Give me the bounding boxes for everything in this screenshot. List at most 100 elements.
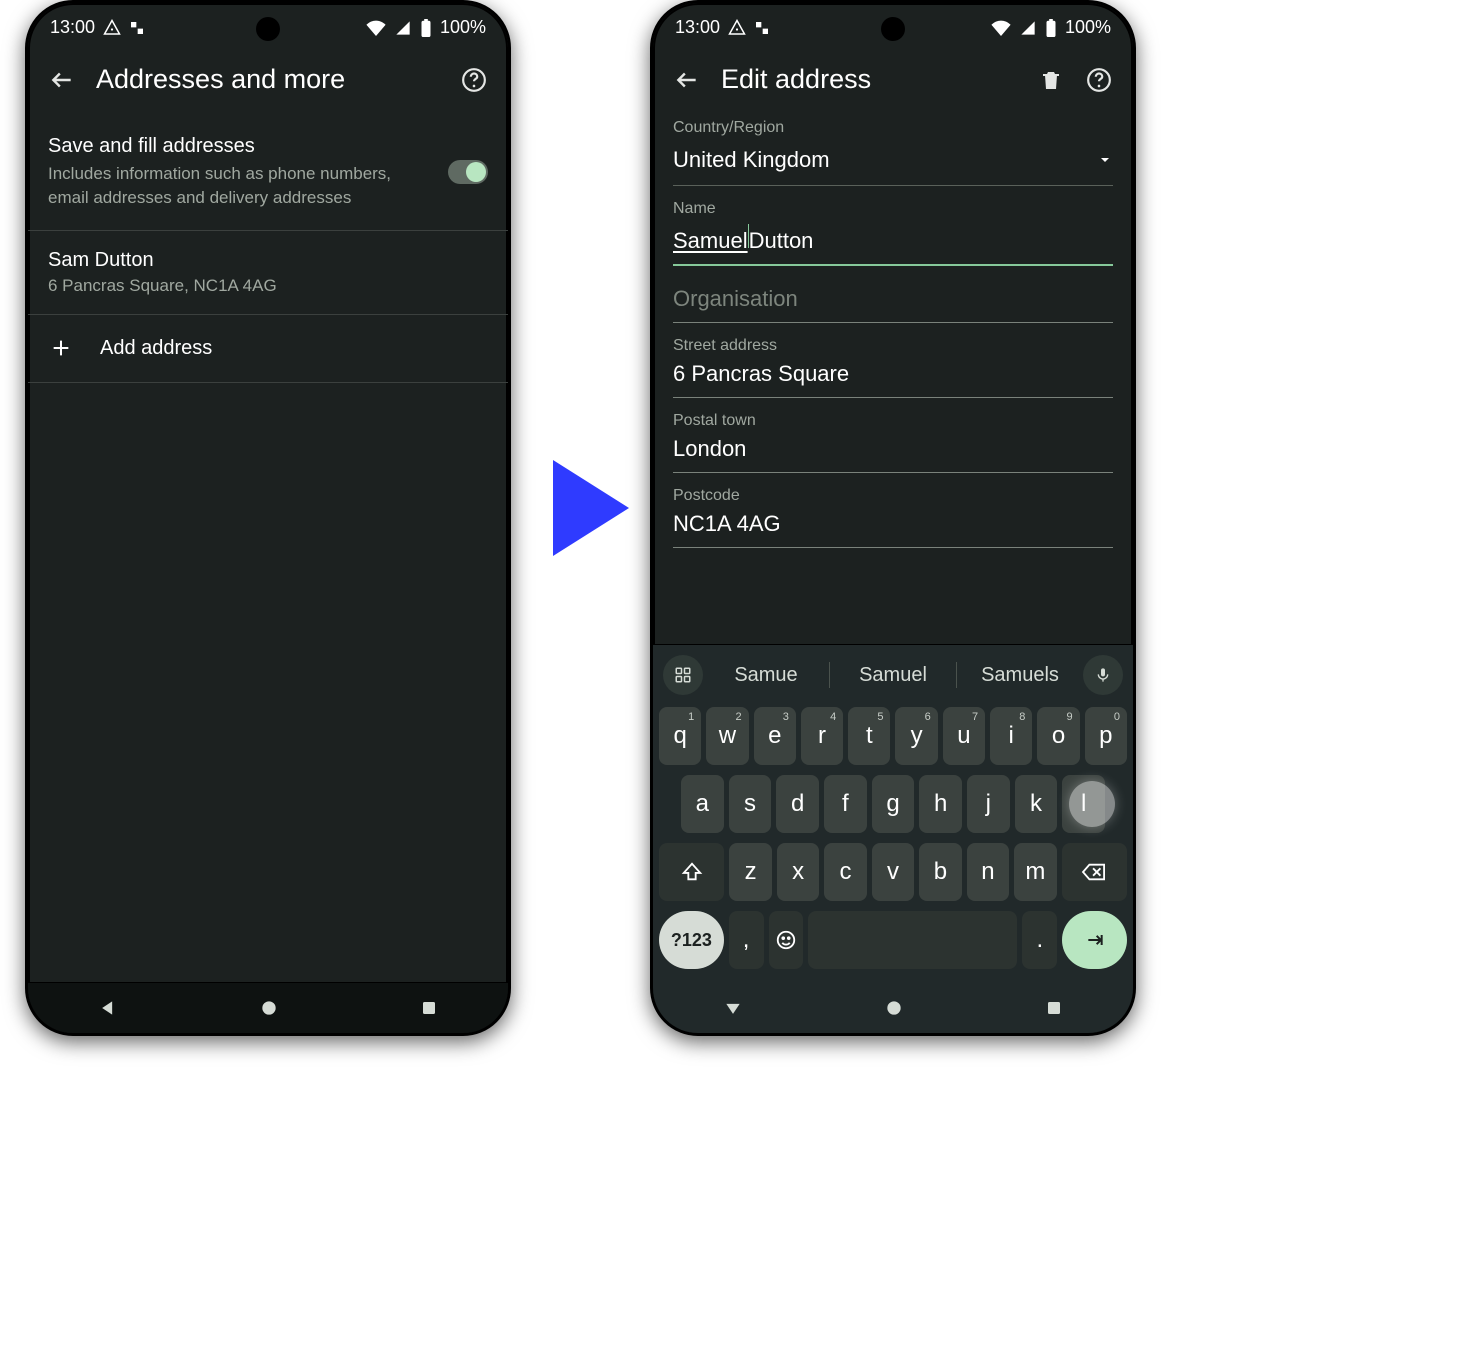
front-camera-dot — [881, 17, 905, 41]
suggestion-3[interactable]: Samuels — [959, 656, 1081, 695]
key-u[interactable]: u7 — [943, 707, 985, 765]
key-y[interactable]: y6 — [895, 707, 937, 765]
toggle-switch[interactable] — [448, 160, 488, 184]
wifi-icon — [991, 20, 1011, 36]
town-input[interactable]: London — [673, 430, 1113, 473]
key-p[interactable]: p0 — [1085, 707, 1127, 765]
keyboard-apps-icon[interactable] — [663, 655, 703, 695]
chevron-down-icon — [1097, 152, 1113, 168]
app-bar: Edit address — [653, 46, 1133, 119]
address-line: 6 Pancras Square, NC1A 4AG — [48, 276, 488, 296]
edit-address-form: Country/Region United Kingdom Name Samue… — [653, 119, 1133, 644]
save-fill-toggle-row[interactable]: Save and fill addresses Includes informa… — [28, 119, 508, 231]
numeric-key[interactable]: ?123 — [659, 911, 724, 969]
key-l[interactable]: l — [1062, 775, 1105, 833]
soft-keyboard: Samue Samuel Samuels q1w2e3r4t5y6u7i8o9p… — [653, 644, 1133, 983]
nav-home-icon[interactable] — [259, 998, 279, 1018]
postcode-input[interactable]: NC1A 4AG — [673, 505, 1113, 548]
nav-home-icon[interactable] — [884, 998, 904, 1018]
backspace-key[interactable] — [1062, 843, 1127, 901]
add-address-row[interactable]: Add address — [28, 315, 508, 383]
emoji-key[interactable] — [769, 911, 804, 969]
clock: 13:00 — [50, 17, 95, 38]
town-field[interactable]: Postal town London — [673, 412, 1113, 473]
key-n[interactable]: n — [967, 843, 1009, 901]
nav-keyboard-down-icon[interactable] — [723, 998, 743, 1018]
front-camera-dot — [256, 17, 280, 41]
key-a[interactable]: a — [681, 775, 724, 833]
street-label: Street address — [673, 337, 1113, 355]
notification-icon-1 — [103, 19, 121, 37]
enter-key[interactable] — [1062, 911, 1127, 969]
key-w[interactable]: w2 — [706, 707, 748, 765]
keyboard-row-4: ?123 , . — [659, 911, 1127, 969]
clock: 13:00 — [675, 17, 720, 38]
signal-icon — [394, 20, 412, 36]
nav-recent-icon[interactable] — [420, 999, 438, 1017]
help-icon[interactable] — [460, 66, 488, 94]
delete-icon[interactable] — [1037, 66, 1065, 94]
address-name: Sam Dutton — [48, 249, 488, 272]
suggestion-1[interactable]: Samue — [705, 656, 827, 695]
postcode-label: Postcode — [673, 487, 1113, 505]
system-nav-bar — [653, 983, 1133, 1033]
phone-edit-address: 13:00 100% Edit address — [650, 0, 1136, 1036]
key-z[interactable]: z — [729, 843, 771, 901]
battery-percent: 100% — [440, 17, 486, 38]
page-title: Edit address — [721, 64, 871, 95]
back-icon[interactable] — [48, 66, 76, 94]
key-t[interactable]: t5 — [848, 707, 890, 765]
country-field[interactable]: Country/Region United Kingdom — [673, 119, 1113, 186]
notification-icon-2 — [754, 20, 770, 36]
keyboard-row-2: asdfghjkl — [659, 775, 1127, 833]
comma-key[interactable]: , — [729, 911, 764, 969]
nav-recent-icon[interactable] — [1045, 999, 1063, 1017]
add-address-label: Add address — [100, 337, 212, 360]
key-h[interactable]: h — [919, 775, 962, 833]
country-label: Country/Region — [673, 119, 1113, 137]
keyboard-row-1: q1w2e3r4t5y6u7i8o9p0 — [659, 707, 1127, 765]
key-s[interactable]: s — [729, 775, 772, 833]
street-field[interactable]: Street address 6 Pancras Square — [673, 337, 1113, 398]
street-input[interactable]: 6 Pancras Square — [673, 355, 1113, 398]
name-field[interactable]: Name Samuel Dutton — [673, 200, 1113, 266]
period-key[interactable]: . — [1022, 911, 1057, 969]
wifi-icon — [366, 20, 386, 36]
suggestion-2[interactable]: Samuel — [832, 656, 954, 695]
notification-icon-1 — [728, 19, 746, 37]
key-i[interactable]: i8 — [990, 707, 1032, 765]
space-key[interactable] — [808, 911, 1017, 969]
key-k[interactable]: k — [1015, 775, 1058, 833]
postcode-field[interactable]: Postcode NC1A 4AG — [673, 487, 1113, 548]
toggle-subtitle: Includes information such as phone numbe… — [48, 162, 432, 210]
key-b[interactable]: b — [919, 843, 961, 901]
key-f[interactable]: f — [824, 775, 867, 833]
organisation-field[interactable] — [673, 280, 1113, 323]
transition-arrow-icon — [553, 460, 629, 556]
shift-key[interactable] — [659, 843, 724, 901]
key-v[interactable]: v — [872, 843, 914, 901]
help-icon[interactable] — [1085, 66, 1113, 94]
name-input[interactable]: Samuel Dutton — [673, 218, 1113, 266]
key-e[interactable]: e3 — [754, 707, 796, 765]
organisation-input[interactable] — [673, 280, 1113, 323]
nav-back-icon[interactable] — [98, 998, 118, 1018]
phone-addresses-list: 13:00 100% Addresses and more — [25, 0, 511, 1036]
battery-icon — [420, 19, 432, 37]
mic-icon[interactable] — [1083, 655, 1123, 695]
key-o[interactable]: o9 — [1037, 707, 1079, 765]
key-m[interactable]: m — [1014, 843, 1056, 901]
key-c[interactable]: c — [824, 843, 866, 901]
saved-address-item[interactable]: Sam Dutton 6 Pancras Square, NC1A 4AG — [28, 231, 508, 315]
key-r[interactable]: r4 — [801, 707, 843, 765]
notification-icon-2 — [129, 20, 145, 36]
back-icon[interactable] — [673, 66, 701, 94]
town-label: Postal town — [673, 412, 1113, 430]
app-bar: Addresses and more — [28, 46, 508, 119]
key-j[interactable]: j — [967, 775, 1010, 833]
key-x[interactable]: x — [777, 843, 819, 901]
key-g[interactable]: g — [872, 775, 915, 833]
battery-percent: 100% — [1065, 17, 1111, 38]
key-q[interactable]: q1 — [659, 707, 701, 765]
key-d[interactable]: d — [776, 775, 819, 833]
